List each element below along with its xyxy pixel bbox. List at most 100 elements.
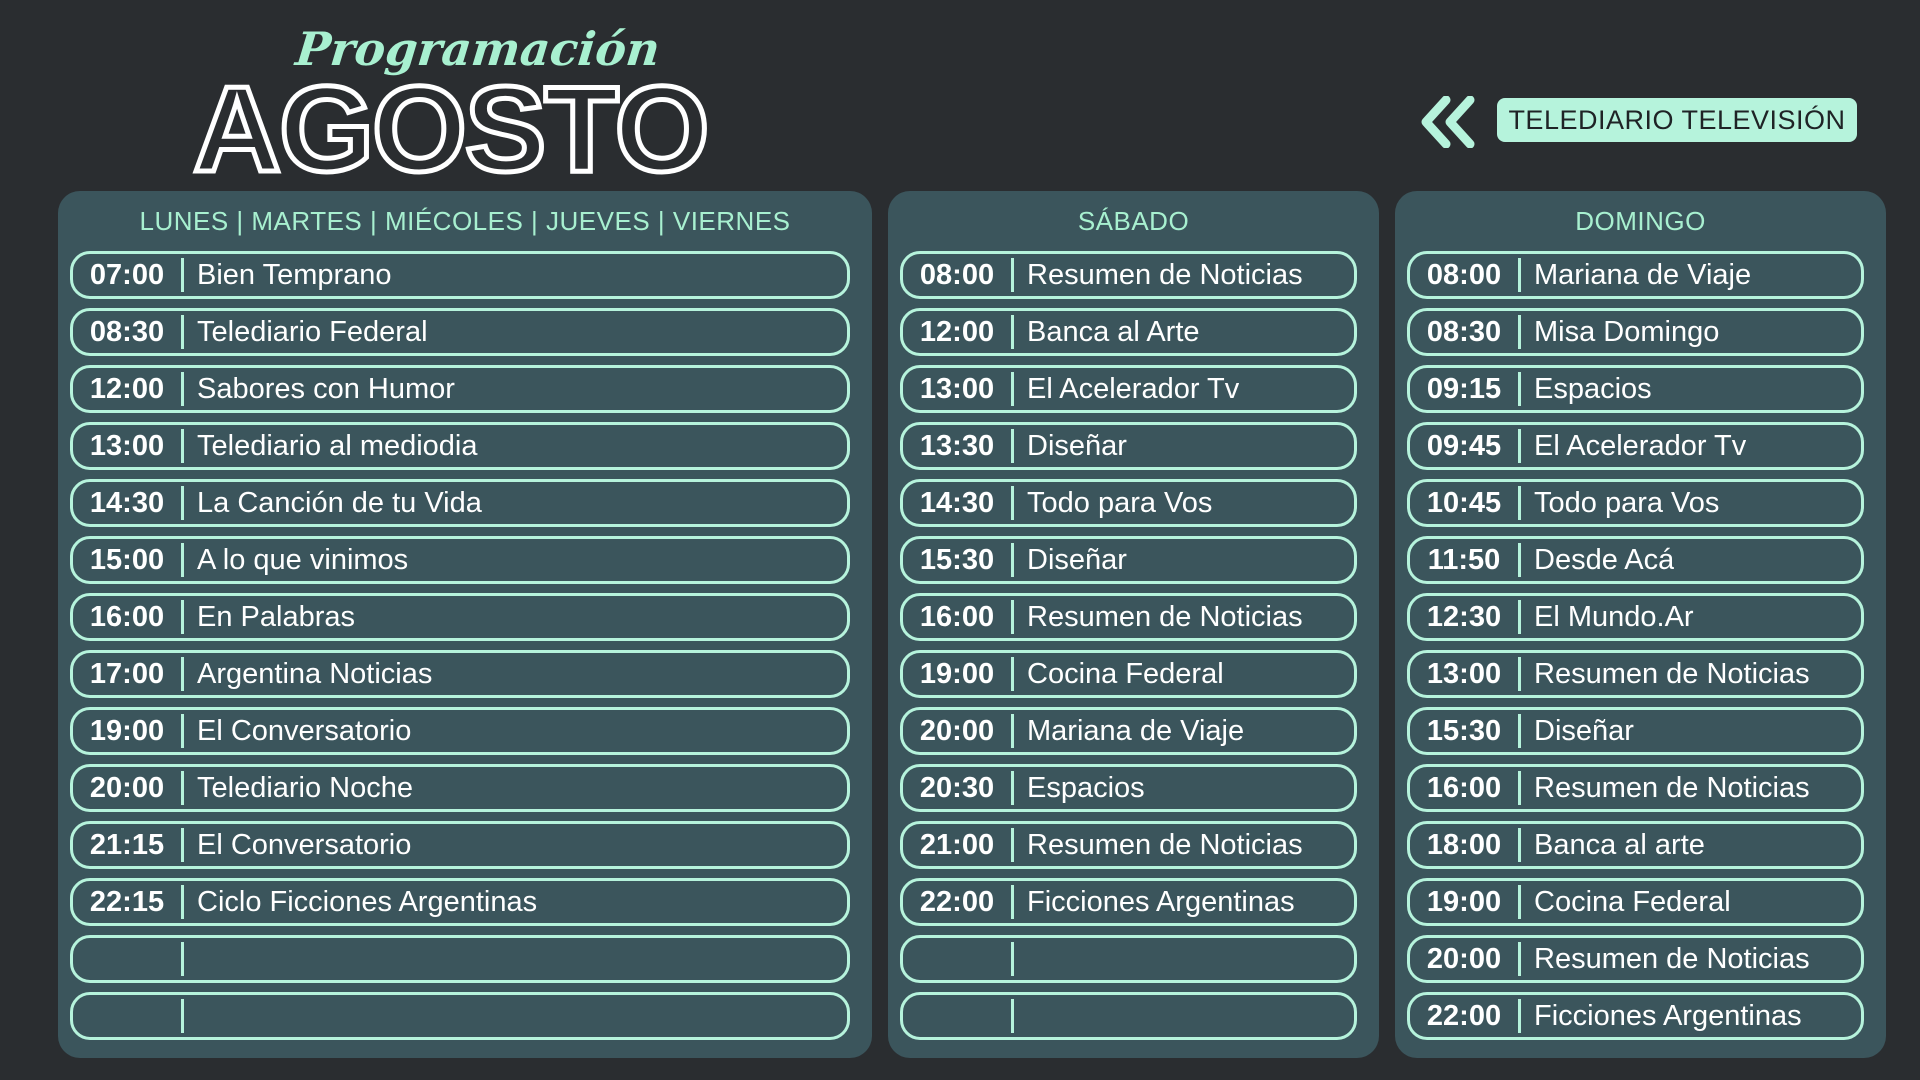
- channel-badge[interactable]: TELEDIARIO TELEVISIÓN: [1497, 98, 1857, 142]
- schedule-program: Banca al Arte: [1027, 315, 1200, 348]
- schedule-program: Cocina Federal: [1027, 657, 1224, 690]
- schedule-row: [70, 935, 850, 983]
- schedule-row: 13:00 Resumen de Noticias: [1407, 650, 1864, 698]
- schedule-program: En Palabras: [197, 600, 355, 633]
- schedule-row: 09:45 El Acelerador Tv: [1407, 422, 1864, 470]
- schedule-time: 19:00: [919, 657, 995, 690]
- schedule-program: Todo para Vos: [1534, 486, 1720, 519]
- schedule-program: Diseñar: [1027, 543, 1127, 576]
- sunday-panel: DOMINGO 08:00 Mariana de Viaje 08:30 Misa D…: [1395, 191, 1886, 1058]
- saturday-rows: 08:00 Resumen de Noticias 12:00 Banca al Ar…: [900, 251, 1357, 1049]
- schedule-row: 14:30 Todo para Vos: [900, 479, 1357, 527]
- schedule-row: 20:00 Resumen de Noticias: [1407, 935, 1864, 983]
- schedule-row: 08:30 Telediario Federal: [70, 308, 850, 356]
- schedule-program: Sabores con Humor: [197, 372, 455, 405]
- schedule-time: 20:00: [89, 771, 165, 804]
- schedule-time: 16:00: [89, 600, 165, 633]
- schedule-program: Ficciones Argentinas: [1027, 885, 1295, 918]
- schedule-program: Desde Acá: [1534, 543, 1675, 576]
- schedule-time: 15:00: [89, 543, 165, 576]
- sunday-rows: 08:00 Mariana de Viaje 08:30 Misa Domingo 09…: [1407, 251, 1864, 1049]
- schedule-row: 07:00 Bien Temprano: [70, 251, 850, 299]
- schedule-program: Espacios: [1027, 771, 1145, 804]
- schedule-row: 22:15 Ciclo Ficciones Argentinas: [70, 878, 850, 926]
- schedule-row: 15:00 A lo que vinimos: [70, 536, 850, 584]
- schedule-row: 16:00 Resumen de Noticias: [900, 593, 1357, 641]
- schedule-program: El Acelerador Tv: [1534, 429, 1747, 462]
- schedule-row: 08:30 Misa Domingo: [1407, 308, 1864, 356]
- schedule-time: 08:00: [1426, 258, 1502, 291]
- schedule-row: 12:30 El Mundo.Ar: [1407, 593, 1864, 641]
- sunday-header: DOMINGO: [1575, 206, 1706, 236]
- schedule-time: 09:15: [1426, 372, 1502, 405]
- schedule-time: 12:00: [919, 315, 995, 348]
- schedule-program: Misa Domingo: [1534, 315, 1720, 348]
- schedule-time: 12:00: [89, 372, 165, 405]
- schedule-time: 15:30: [1426, 714, 1502, 747]
- schedule-program: El Conversatorio: [197, 714, 412, 747]
- schedule-program: Resumen de Noticias: [1027, 828, 1303, 861]
- schedule-time: 13:00: [919, 372, 995, 405]
- schedule-program: Mariana de Viaje: [1534, 258, 1752, 291]
- schedule-time: 21:00: [919, 828, 995, 861]
- schedule-row: 19:00 Cocina Federal: [1407, 878, 1864, 926]
- schedule-time: 12:30: [1426, 600, 1502, 633]
- schedule-program: Argentina Noticias: [197, 657, 433, 690]
- schedule-time: 15:30: [919, 543, 995, 576]
- schedule-program: La Canción de tu Vida: [197, 486, 482, 519]
- schedule-time: 21:15: [89, 828, 165, 861]
- schedule-row: 21:15 El Conversatorio: [70, 821, 850, 869]
- double-chevron-left-icon[interactable]: [1418, 96, 1478, 148]
- schedule-row: 10:45 Todo para Vos: [1407, 479, 1864, 527]
- weekdays-header: LUNES | MARTES | MIÉCOLES | JUEVES | VIE…: [139, 206, 791, 236]
- schedule-program: Resumen de Noticias: [1027, 258, 1303, 291]
- row-divider: [181, 942, 184, 976]
- schedule-time: 19:00: [89, 714, 165, 747]
- row-divider: [1011, 999, 1014, 1033]
- schedule-program: Bien Temprano: [197, 258, 392, 291]
- weekdays-rows: 07:00 Bien Temprano 08:30 Telediario Federa…: [70, 251, 850, 1049]
- schedule-row: 16:00 En Palabras: [70, 593, 850, 641]
- schedule-row: 22:00 Ficciones Argentinas: [900, 878, 1357, 926]
- schedule-program: El Acelerador Tv: [1027, 372, 1240, 405]
- schedule-time: 19:00: [1426, 885, 1502, 918]
- schedule-row: 19:00 Cocina Federal: [900, 650, 1357, 698]
- schedule-row: 16:00 Resumen de Noticias: [1407, 764, 1864, 812]
- schedule-row: 15:30 Diseñar: [900, 536, 1357, 584]
- schedule-time: 13:00: [1426, 657, 1502, 690]
- schedule-row: [70, 992, 850, 1040]
- schedule-time: 18:00: [1426, 828, 1502, 861]
- schedule-row: 12:00 Banca al Arte: [900, 308, 1357, 356]
- schedule-program: Telediario al mediodia: [197, 429, 478, 462]
- schedule-time: 22:15: [89, 885, 165, 918]
- schedule-program: Resumen de Noticias: [1534, 657, 1810, 690]
- schedule-program: Banca al arte: [1534, 828, 1705, 861]
- schedule-time: 16:00: [919, 600, 995, 633]
- schedule-time: 20:00: [1426, 942, 1502, 975]
- schedule-row: 13:30 Diseñar: [900, 422, 1357, 470]
- schedule-program: Diseñar: [1534, 714, 1634, 747]
- saturday-panel: SÁBADO 08:00 Resumen de Noticias 12:00 Banc…: [888, 191, 1379, 1058]
- schedule-row: 20:30 Espacios: [900, 764, 1357, 812]
- schedule-row: 21:00 Resumen de Noticias: [900, 821, 1357, 869]
- schedule-time: 08:30: [1426, 315, 1502, 348]
- schedule-program: Ciclo Ficciones Argentinas: [197, 885, 538, 918]
- schedule-program: A lo que vinimos: [197, 543, 409, 576]
- schedule-row: 12:00 Sabores con Humor: [70, 365, 850, 413]
- schedule-time: 07:00: [89, 258, 165, 291]
- schedule-time: 14:30: [919, 486, 995, 519]
- schedule-row: 11:50 Desde Acá: [1407, 536, 1864, 584]
- schedule-program: Telediario Federal: [197, 315, 428, 348]
- schedule-program: Mariana de Viaje: [1027, 714, 1245, 747]
- saturday-header: SÁBADO: [1077, 206, 1190, 236]
- schedule-time: 20:00: [919, 714, 995, 747]
- schedule-row: 15:30 Diseñar: [1407, 707, 1864, 755]
- schedule-program: El Mundo.Ar: [1534, 600, 1694, 633]
- schedule-row: 08:00 Resumen de Noticias: [900, 251, 1357, 299]
- schedule-row: 14:30 La Canción de tu Vida: [70, 479, 850, 527]
- schedule-row: [900, 935, 1357, 983]
- schedule-program: Todo para Vos: [1027, 486, 1213, 519]
- schedule-row: 19:00 El Conversatorio: [70, 707, 850, 755]
- schedule-time: 10:45: [1426, 486, 1502, 519]
- schedule-row: 20:00 Telediario Noche: [70, 764, 850, 812]
